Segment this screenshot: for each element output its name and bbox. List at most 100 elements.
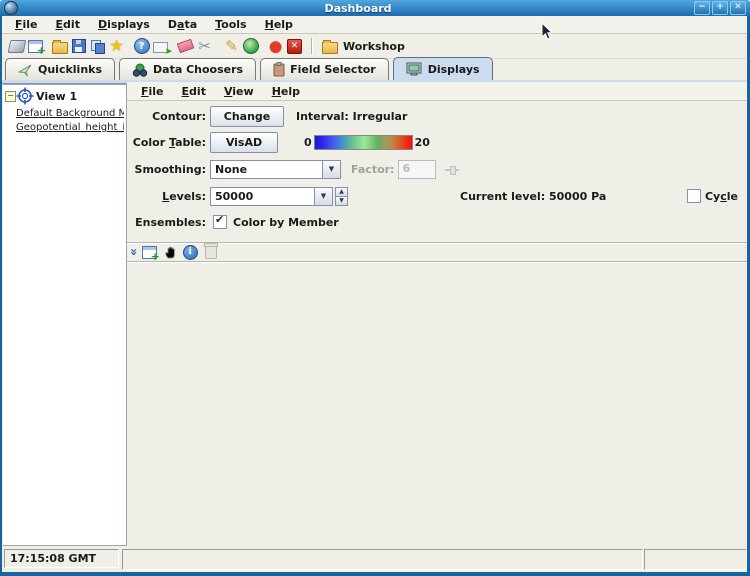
move-hand-icon[interactable] xyxy=(163,245,179,260)
cycle-label: Cycle xyxy=(705,190,738,203)
tree-expander-icon[interactable]: − xyxy=(5,91,16,102)
panel-menubar: File Edit View Help xyxy=(127,82,747,101)
globe-icon[interactable] xyxy=(241,37,260,55)
field-selector-icon xyxy=(273,62,285,77)
contour-interval-text: Interval: Irregular xyxy=(296,110,407,123)
help-icon[interactable]: ? xyxy=(132,37,151,55)
contour-label: Contour: xyxy=(127,110,206,123)
tab-label: Data Choosers xyxy=(153,63,243,76)
quicklinks-icon xyxy=(18,63,33,77)
levels-value: 50000 xyxy=(211,188,314,205)
view-crosshair-icon xyxy=(16,87,34,105)
cut-icon[interactable]: ✂ xyxy=(195,37,214,55)
close-button[interactable]: ✕ xyxy=(730,1,746,15)
minimize-button[interactable]: − xyxy=(694,1,710,15)
undock-window-icon[interactable] xyxy=(142,246,157,259)
tree-node-view1[interactable]: − View 1 xyxy=(3,87,126,105)
tab-displays[interactable]: Displays xyxy=(393,57,493,80)
show-dashboard-icon[interactable] xyxy=(7,37,26,55)
workshop-folder-icon[interactable] xyxy=(320,37,339,55)
menu-data[interactable]: Data xyxy=(159,17,206,32)
ensembles-row: Ensembles: ✔ Color by Member xyxy=(127,213,747,231)
tab-label: Quicklinks xyxy=(38,63,102,76)
statusbar: 17:15:08 GMT xyxy=(2,546,747,572)
titlebar[interactable]: Dashboard − + ✕ xyxy=(0,0,750,16)
maximize-button[interactable]: + xyxy=(712,1,728,15)
color-table-preview[interactable] xyxy=(314,135,413,150)
panel-menu-view[interactable]: View xyxy=(215,84,263,99)
menu-edit[interactable]: Edit xyxy=(47,17,89,32)
window-title: Dashboard xyxy=(22,2,694,15)
exit-icon[interactable]: ✕ xyxy=(285,37,304,55)
info-icon[interactable]: i xyxy=(183,245,198,260)
sidebar: − View 1 Default Background Maps Geopote… xyxy=(3,84,127,546)
toolbar: ★ ? ✂ ✎ ● ✕ Workshop xyxy=(2,34,747,59)
smoothing-label: Smoothing: xyxy=(127,163,206,176)
menu-tools[interactable]: Tools xyxy=(206,17,255,32)
status-message-area xyxy=(122,549,643,570)
current-level-text: Current level: 50000 Pa xyxy=(460,190,606,203)
contour-row: Contour: Change Interval: Irregular xyxy=(127,106,747,126)
menu-file[interactable]: File xyxy=(6,17,47,32)
panel-menu-help[interactable]: Help xyxy=(263,84,309,99)
support-request-icon[interactable] xyxy=(151,37,170,55)
levels-label: Levels: xyxy=(127,190,206,203)
memory-indicator-area xyxy=(644,549,747,570)
smoothing-combobox[interactable]: None ▼ xyxy=(210,160,341,179)
levels-combobox[interactable]: 50000 ▼ xyxy=(210,187,333,206)
collapse-chevrons-icon[interactable]: » xyxy=(127,248,141,256)
toolbar-separator xyxy=(311,38,313,54)
trash-icon[interactable] xyxy=(205,245,217,259)
combo-arrow-icon[interactable]: ▼ xyxy=(322,161,340,178)
smoothing-value: None xyxy=(211,161,322,178)
open-file-icon[interactable] xyxy=(50,37,69,55)
factor-slider-icon xyxy=(445,166,459,173)
tab-data-choosers[interactable]: Data Choosers xyxy=(119,58,256,80)
tab-label: Displays xyxy=(428,63,480,76)
workshop-label[interactable]: Workshop xyxy=(343,40,405,53)
favorites-star-icon[interactable]: ★ xyxy=(107,37,126,55)
tab-label: Field Selector xyxy=(290,63,376,76)
window-frame-bottom xyxy=(0,572,750,576)
color-table-row: Color Table: VisAD 0 20 xyxy=(127,132,747,152)
tab-quicklinks[interactable]: Quicklinks xyxy=(5,58,115,80)
main-menubar: File Edit Displays Data Tools Help xyxy=(2,16,747,34)
view-label: View 1 xyxy=(36,90,77,103)
record-icon[interactable]: ● xyxy=(266,37,285,55)
window-frame-left xyxy=(0,16,2,576)
panel-menu-file[interactable]: File xyxy=(132,84,173,99)
panel-menu-edit[interactable]: Edit xyxy=(173,84,215,99)
spin-down-icon: ▼ xyxy=(335,197,348,206)
save-copy-icon[interactable] xyxy=(88,37,107,55)
color-table-button[interactable]: VisAD xyxy=(210,132,278,153)
new-window-icon[interactable] xyxy=(26,37,45,55)
color-table-label: Color Table: xyxy=(127,136,206,149)
color-range-min: 0 xyxy=(304,136,312,149)
sidebar-item-geopotential-height[interactable]: Geopotential_height_is. ▶ xyxy=(16,122,124,133)
contour-change-button[interactable]: Change xyxy=(210,106,284,127)
levels-spinner[interactable]: ▲ ▼ xyxy=(335,187,348,206)
sidebar-item-default-background-maps[interactable]: Default Background Maps xyxy=(16,108,124,119)
check-icon: ✔ xyxy=(215,213,224,226)
color-by-member-checkbox[interactable]: ✔ xyxy=(213,215,227,229)
save-icon[interactable] xyxy=(69,37,88,55)
cycle-checkbox[interactable] xyxy=(687,189,701,203)
menu-help[interactable]: Help xyxy=(256,17,302,32)
eraser-icon[interactable] xyxy=(176,37,195,55)
app-icon xyxy=(4,1,18,15)
smoothing-row: Smoothing: None ▼ Factor: 6 xyxy=(127,159,747,179)
edit-pencil-icon[interactable]: ✎ xyxy=(222,37,241,55)
divider-bottom xyxy=(127,261,747,262)
combo-arrow-icon[interactable]: ▼ xyxy=(314,188,332,205)
factor-field: 6 xyxy=(398,160,436,179)
color-range-max: 20 xyxy=(415,136,430,149)
spin-up-icon: ▲ xyxy=(335,187,348,197)
menu-displays[interactable]: Displays xyxy=(89,17,159,32)
levels-row: Levels: 50000 ▼ ▲ ▼ Current level: 50000… xyxy=(127,186,747,206)
ensembles-label: Ensembles: xyxy=(127,216,206,229)
factor-label: Factor: xyxy=(351,163,394,176)
clock-display: 17:15:08 GMT xyxy=(4,549,119,568)
tab-field-selector[interactable]: Field Selector xyxy=(260,58,389,80)
display-panel: File Edit View Help Contour: Change Inte… xyxy=(127,84,747,546)
display-control-toolbar: » i xyxy=(130,244,217,260)
